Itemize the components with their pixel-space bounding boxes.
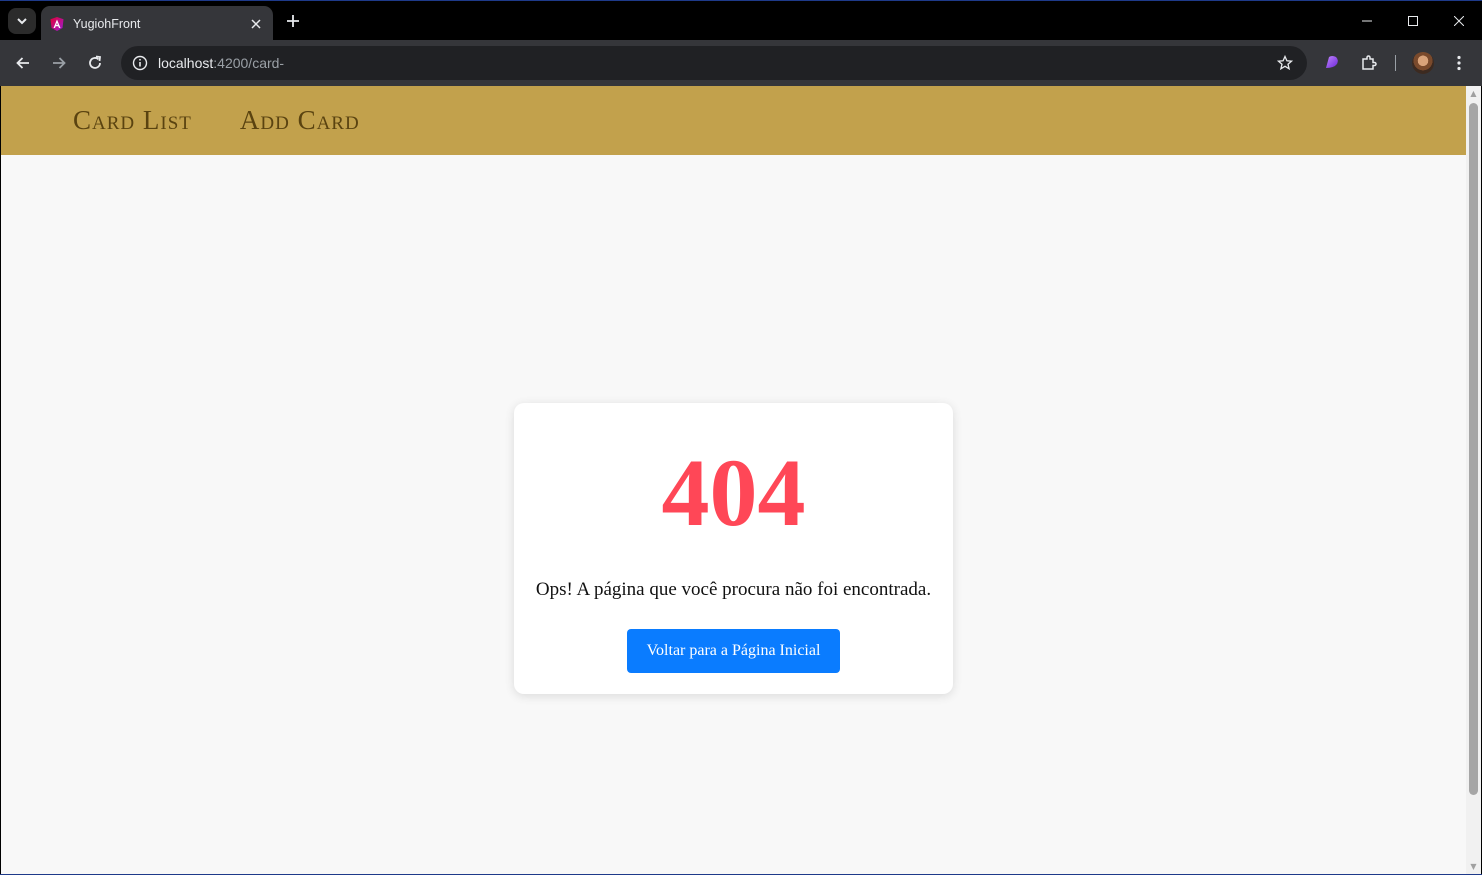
nav-card-list[interactable]: Card List: [73, 105, 192, 136]
url-host: localhost: [158, 55, 214, 71]
url-path: :4200/card-: [213, 55, 285, 71]
reload-button[interactable]: [81, 49, 109, 77]
not-found-card: 404 Ops! A página que você procura não f…: [514, 403, 953, 694]
browser-toolbar: localhost:4200/card-: [0, 40, 1482, 86]
angular-icon: [50, 16, 64, 31]
back-home-button[interactable]: Voltar para a Página Inicial: [627, 629, 840, 673]
page-viewport: Card List Add Card 404 Ops! A página que…: [1, 86, 1481, 874]
plus-icon: [287, 15, 299, 27]
scroll-down-arrow-icon[interactable]: ▼: [1466, 859, 1481, 874]
maximize-button[interactable]: [1390, 1, 1436, 41]
puzzle-icon: [1362, 55, 1377, 70]
scrollbar-thumb[interactable]: [1469, 103, 1478, 795]
vertical-scrollbar[interactable]: ▲ ▼: [1466, 86, 1481, 874]
browser-tab-bar: YugiohFront: [0, 0, 1482, 41]
bookmark-button[interactable]: [1275, 53, 1295, 73]
extension-logo-icon: [1326, 56, 1338, 68]
window-controls: [1344, 1, 1482, 41]
minimize-button[interactable]: [1344, 1, 1390, 41]
error-code: 404: [661, 439, 806, 546]
minimize-icon: [1362, 20, 1372, 22]
forward-button[interactable]: [45, 49, 73, 77]
address-bar[interactable]: localhost:4200/card-: [121, 46, 1307, 80]
info-icon[interactable]: [129, 52, 151, 74]
maximize-icon: [1408, 16, 1418, 26]
chevron-down-icon: [17, 18, 27, 25]
tab-close-icon[interactable]: [247, 15, 265, 33]
reload-icon: [89, 55, 102, 69]
profile-avatar[interactable]: [1412, 52, 1434, 74]
nav-add-card[interactable]: Add Card: [240, 105, 360, 136]
scroll-up-arrow-icon[interactable]: ▲: [1466, 86, 1481, 101]
arrow-right-icon: [53, 57, 66, 69]
extensions-button[interactable]: [1355, 49, 1383, 77]
close-window-button[interactable]: [1436, 1, 1482, 41]
star-icon: [1277, 55, 1293, 71]
new-tab-button[interactable]: [282, 9, 304, 33]
browser-menu-button[interactable]: [1445, 49, 1473, 77]
url-text[interactable]: localhost:4200/card-: [158, 55, 284, 71]
tab-title: YugiohFront: [73, 16, 141, 31]
browser-tab-active[interactable]: YugiohFront: [41, 6, 273, 41]
tab-search-button[interactable]: [8, 8, 36, 34]
error-message: Ops! A página que você procura não foi e…: [535, 579, 932, 600]
app-navbar: Card List Add Card: [1, 86, 1466, 155]
arrow-left-icon: [16, 57, 29, 69]
close-icon: [1454, 16, 1464, 26]
toolbar-divider: [1395, 55, 1396, 71]
back-button[interactable]: [9, 49, 37, 77]
extension-button[interactable]: [1318, 49, 1346, 77]
kebab-menu-icon: [1457, 55, 1461, 71]
